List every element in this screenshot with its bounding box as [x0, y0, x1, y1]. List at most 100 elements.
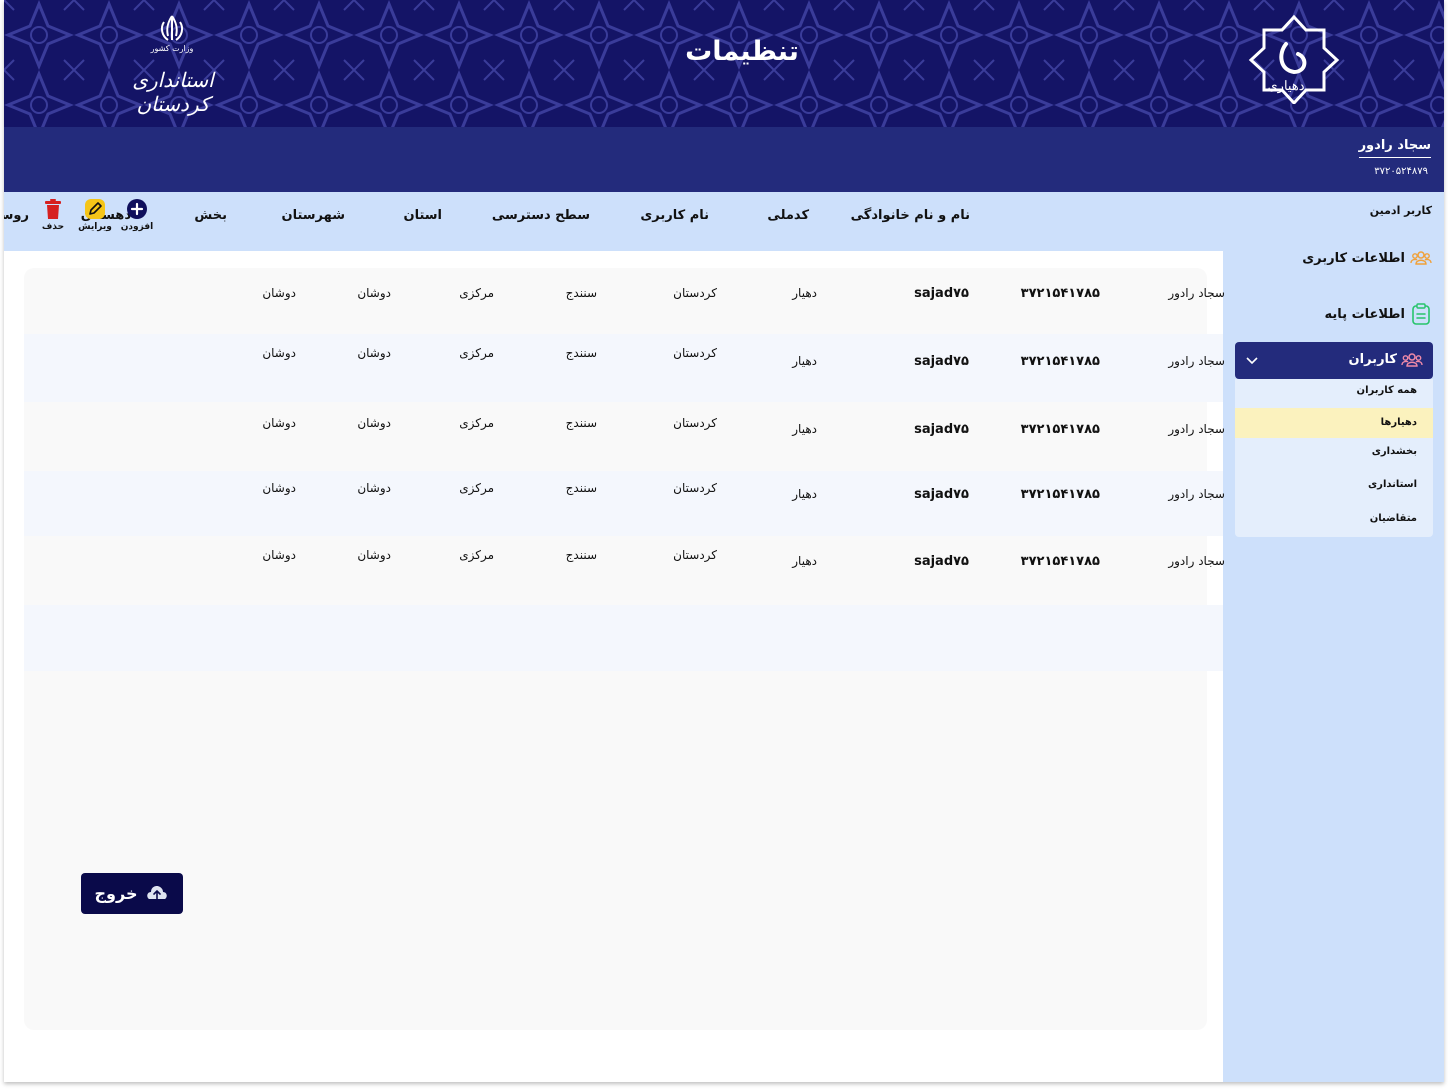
column-header-province: استان — [403, 208, 442, 223]
cell-fullname: سجاد رادور — [1168, 487, 1225, 501]
cell-username: sajad۷۵ — [914, 554, 969, 569]
cell-username: sajad۷۵ — [914, 354, 969, 369]
header-banner: تنظیمات دهیاری وزارت کشور استانداری کردس… — [4, 0, 1444, 127]
submenu-bakhshdari[interactable]: بخشداری — [1235, 437, 1433, 467]
cell-county: سنندج — [565, 548, 597, 562]
edit-button[interactable]: ویرایش — [75, 198, 115, 232]
cell-national-id: ۳۷۲۱۵۴۱۷۸۵ — [1020, 354, 1100, 369]
sidebar-item-users[interactable]: کاربران — [1235, 342, 1433, 379]
cell-rural-district: دوشان — [357, 548, 391, 562]
user-code: ۳۷۲۰۵۲۴۸۷۹ — [1374, 166, 1428, 177]
edit-label: ویرایش — [78, 222, 112, 232]
logout-label: خروج — [94, 884, 138, 903]
user-name[interactable]: سجاد رادور — [1358, 138, 1431, 158]
users-icon — [1401, 353, 1423, 367]
cell-county: سنندج — [565, 481, 597, 495]
submenu-dehyars[interactable]: دهیارها — [1235, 408, 1433, 438]
province-text: استانداری کردستان — [132, 68, 214, 116]
column-header-username: نام کاربری — [640, 208, 709, 223]
column-header-national-id: کدملی — [767, 208, 809, 223]
column-header-fullname: نام و نام خانوادگی — [850, 208, 970, 223]
sidebar-item-label: اطلاعات کاربری — [1302, 250, 1405, 266]
sidebar-item-base-info[interactable]: اطلاعات پایه — [1325, 303, 1432, 325]
cell-fullname: سجاد رادور — [1168, 422, 1225, 436]
cell-rural-district: دوشان — [357, 416, 391, 430]
edit-icon — [85, 199, 105, 219]
cell-district: مرکزی — [459, 416, 494, 430]
sidebar-item-label: اطلاعات پایه — [1324, 306, 1405, 322]
plus-circle-icon — [127, 199, 147, 219]
cell-username: sajad۷۵ — [914, 286, 969, 301]
table-row-empty — [24, 605, 1223, 671]
users-icon — [1410, 251, 1432, 265]
column-header-access-level: سطح دسترسی — [491, 208, 590, 223]
cell-rural-district: دوشان — [357, 286, 391, 300]
app-window: تنظیمات دهیاری وزارت کشور استانداری کردس… — [4, 0, 1444, 1082]
cell-national-id: ۳۷۲۱۵۴۱۷۸۵ — [1020, 286, 1100, 301]
delete-button[interactable]: حذف — [33, 198, 73, 232]
cell-province: کردستان — [673, 346, 717, 360]
iran-emblem-icon — [160, 15, 184, 41]
user-bar: سجاد رادور ۳۷۲۰۵۲۴۸۷۹ — [4, 127, 1444, 192]
cell-county: سنندج — [565, 286, 597, 300]
cell-province: کردستان — [673, 481, 717, 495]
cell-county: سنندج — [565, 346, 597, 360]
upload-icon — [147, 885, 168, 900]
cell-access-level: دهیار — [792, 286, 817, 300]
add-button[interactable]: افزودن — [117, 198, 157, 232]
cell-village: دوشان — [262, 346, 296, 360]
page-title: تنظیمات — [685, 36, 799, 67]
cell-national-id: ۳۷۲۱۵۴۱۷۸۵ — [1020, 487, 1100, 502]
cell-province: کردستان — [673, 286, 717, 300]
cell-village: دوشان — [262, 416, 296, 430]
sidebar: کاربر ادمین اطلاعات کاربری اطلاعات پایه — [1223, 192, 1444, 1082]
cell-username: sajad۷۵ — [914, 487, 969, 502]
users-table: سجاد رادور ۳۷۲۱۵۴۱۷۸۵ sajad۷۵ دهیار کردستان س… — [24, 268, 1225, 1030]
add-label: افزودن — [120, 222, 154, 232]
table-row[interactable]: سجاد رادور ۳۷۲۱۵۴۱۷۸۵ sajad۷۵ دهیار کردستان س… — [24, 471, 1225, 536]
delete-label: حذف — [41, 222, 65, 232]
table-header: نام و نام خانوادگی کدملی نام کاربری سطح … — [4, 192, 1223, 251]
cell-rural-district: دوشان — [357, 481, 391, 495]
submenu-all-users[interactable]: همه کاربران — [1235, 376, 1433, 406]
cell-county: سنندج — [565, 416, 597, 430]
cell-village: دوشان — [262, 286, 296, 300]
cell-province: کردستان — [673, 416, 717, 430]
cell-access-level: دهیار — [792, 554, 817, 568]
submenu-applicants[interactable]: متقاضیان — [1235, 504, 1433, 534]
cell-district: مرکزی — [459, 286, 494, 300]
column-header-district: بخش — [194, 208, 227, 223]
submenu-ostandari[interactable]: استانداری — [1235, 470, 1433, 500]
cell-fullname: سجاد رادور — [1168, 286, 1225, 300]
cell-national-id: ۳۷۲۱۵۴۱۷۸۵ — [1020, 554, 1100, 569]
cell-rural-district: دوشان — [357, 346, 391, 360]
cell-village: دوشان — [262, 548, 296, 562]
user-role: کاربر ادمین — [1369, 204, 1432, 217]
cell-district: مرکزی — [459, 481, 494, 495]
cell-fullname: سجاد رادور — [1168, 554, 1225, 568]
cell-access-level: دهیار — [792, 354, 817, 368]
column-header-county: شهرستان — [281, 208, 345, 223]
cell-district: مرکزی — [459, 548, 494, 562]
table-row[interactable]: سجاد رادور ۳۷۲۱۵۴۱۷۸۵ sajad۷۵ دهیار کردستان س… — [24, 536, 1225, 605]
column-header-village: روستا — [4, 208, 29, 223]
cell-access-level: دهیار — [792, 422, 817, 436]
table-row[interactable]: سجاد رادور ۳۷۲۱۵۴۱۷۸۵ sajad۷۵ دهیار کردستان س… — [24, 334, 1225, 402]
cell-village: دوشان — [262, 481, 296, 495]
cell-access-level: دهیار — [792, 487, 817, 501]
dehyari-logo-text: دهیاری — [1267, 79, 1305, 94]
cell-fullname: سجاد رادور — [1168, 354, 1225, 368]
table-row[interactable]: سجاد رادور ۳۷۲۱۵۴۱۷۸۵ sajad۷۵ دهیار کردستان س… — [24, 402, 1225, 471]
cell-province: کردستان — [673, 548, 717, 562]
sidebar-item-user-info[interactable]: اطلاعات کاربری — [1302, 247, 1432, 269]
cell-national-id: ۳۷۲۱۵۴۱۷۸۵ — [1020, 422, 1100, 437]
ministry-text: وزارت کشور — [150, 44, 194, 53]
chevron-down-icon[interactable] — [1245, 354, 1259, 366]
cell-district: مرکزی — [459, 346, 494, 360]
trash-icon — [45, 199, 61, 219]
users-submenu: همه کاربران دهیارها بخشداری استانداری مت… — [1235, 379, 1433, 537]
table-row[interactable]: سجاد رادور ۳۷۲۱۵۴۱۷۸۵ sajad۷۵ دهیار کردستان س… — [24, 268, 1225, 338]
logout-button[interactable]: خروج — [81, 873, 183, 914]
sidebar-item-label: کاربران — [1348, 352, 1397, 367]
clipboard-icon — [1412, 303, 1430, 325]
